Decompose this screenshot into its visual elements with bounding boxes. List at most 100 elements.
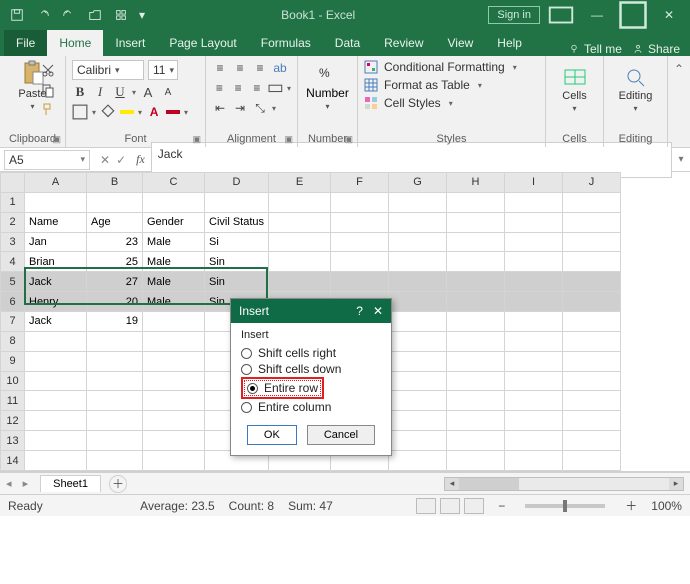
scrollbar-thumb[interactable]: [459, 478, 519, 490]
row-header[interactable]: 1: [1, 192, 25, 212]
tab-formulas[interactable]: Formulas: [249, 30, 323, 56]
italic-button[interactable]: I: [92, 84, 108, 100]
cell[interactable]: Civil Status: [205, 212, 269, 232]
font-name-combo[interactable]: Calibri▾: [72, 60, 144, 80]
save-icon[interactable]: [6, 4, 28, 26]
shrink-font-button[interactable]: A: [160, 84, 176, 100]
grow-font-button[interactable]: A: [140, 84, 156, 100]
redo-icon[interactable]: [58, 4, 80, 26]
row-header[interactable]: 12: [1, 411, 25, 431]
row-header[interactable]: 13: [1, 431, 25, 451]
ribbon-options-icon[interactable]: [546, 3, 576, 27]
row-header[interactable]: 5: [1, 272, 25, 292]
dialog-close-icon[interactable]: ✕: [373, 304, 383, 318]
row-header[interactable]: 8: [1, 331, 25, 351]
zoom-slider[interactable]: [525, 504, 605, 508]
clipboard-launcher-icon[interactable]: ▣: [52, 134, 61, 145]
sheet-tab[interactable]: Sheet1: [40, 475, 101, 492]
cell[interactable]: Si: [205, 232, 269, 252]
tab-insert[interactable]: Insert: [103, 30, 157, 56]
open-icon[interactable]: [84, 4, 106, 26]
view-normal-icon[interactable]: [416, 498, 436, 514]
align-top-icon[interactable]: ≡: [212, 60, 228, 76]
copy-icon[interactable]: [40, 82, 56, 98]
font-launcher-icon[interactable]: ▣: [192, 134, 201, 145]
cell[interactable]: Brian: [25, 252, 87, 272]
cell[interactable]: Jack: [25, 272, 87, 292]
font-color-button[interactable]: A: [146, 104, 162, 120]
tell-me-button[interactable]: Tell me: [568, 42, 622, 56]
cell-styles-button[interactable]: Cell Styles▾: [364, 96, 539, 110]
cell[interactable]: Male: [143, 232, 205, 252]
cell[interactable]: Age: [87, 212, 143, 232]
wrap-text-icon[interactable]: ab: [272, 60, 288, 76]
increase-indent-icon[interactable]: ⇥: [232, 100, 248, 116]
cell[interactable]: Henry: [25, 292, 87, 312]
col-header[interactable]: C: [143, 173, 205, 193]
cell[interactable]: 23: [87, 232, 143, 252]
col-header[interactable]: A: [25, 173, 87, 193]
cut-icon[interactable]: [40, 62, 56, 78]
align-middle-icon[interactable]: ≡: [232, 60, 248, 76]
ok-button[interactable]: OK: [247, 425, 297, 445]
expand-formula-icon[interactable]: ▾: [672, 154, 690, 165]
merge-icon[interactable]: [268, 80, 283, 96]
zoom-out-icon[interactable]: −: [498, 499, 505, 513]
cancel-formula-icon[interactable]: ✕: [100, 153, 110, 167]
collapse-ribbon-icon[interactable]: ⌃: [668, 56, 690, 147]
col-header[interactable]: G: [389, 173, 447, 193]
accept-formula-icon[interactable]: ✓: [116, 153, 126, 167]
font-size-combo[interactable]: 11▾: [148, 60, 178, 80]
col-header[interactable]: D: [205, 173, 269, 193]
col-header[interactable]: J: [563, 173, 621, 193]
close-icon[interactable]: ✕: [654, 3, 684, 27]
tab-help[interactable]: Help: [485, 30, 534, 56]
option-shift-down[interactable]: Shift cells down: [241, 361, 381, 377]
cell[interactable]: Gender: [143, 212, 205, 232]
undo-icon[interactable]: [32, 4, 54, 26]
cell[interactable]: Sin: [205, 272, 269, 292]
row-header[interactable]: 7: [1, 312, 25, 332]
touch-mode-icon[interactable]: [110, 4, 132, 26]
fx-icon[interactable]: fx: [136, 152, 145, 167]
scroll-left-icon[interactable]: ◂: [445, 478, 459, 490]
align-center-icon[interactable]: ≡: [231, 80, 246, 96]
row-header[interactable]: 11: [1, 391, 25, 411]
cell[interactable]: 19: [87, 312, 143, 332]
cell[interactable]: 20: [87, 292, 143, 312]
col-header[interactable]: F: [331, 173, 389, 193]
row-header[interactable]: 10: [1, 371, 25, 391]
alignment-launcher-icon[interactable]: ▣: [284, 134, 293, 145]
col-header[interactable]: E: [269, 173, 331, 193]
cell[interactable]: 25: [87, 252, 143, 272]
tab-home[interactable]: Home: [47, 30, 103, 56]
tab-data[interactable]: Data: [323, 30, 372, 56]
cell[interactable]: Male: [143, 252, 205, 272]
row-header[interactable]: 6: [1, 292, 25, 312]
view-page-break-icon[interactable]: [464, 498, 484, 514]
new-sheet-button[interactable]: ＋: [109, 475, 127, 493]
format-painter-icon[interactable]: [40, 102, 56, 118]
align-bottom-icon[interactable]: ≡: [252, 60, 268, 76]
option-entire-column[interactable]: Entire column: [241, 399, 381, 415]
select-all-corner[interactable]: [1, 173, 25, 193]
row-header[interactable]: 4: [1, 252, 25, 272]
conditional-formatting-button[interactable]: Conditional Formatting▾: [364, 60, 539, 74]
option-shift-right[interactable]: Shift cells right: [241, 345, 381, 361]
cell[interactable]: Male: [143, 292, 205, 312]
cancel-button[interactable]: Cancel: [307, 425, 375, 445]
tab-review[interactable]: Review: [372, 30, 435, 56]
row-header[interactable]: 3: [1, 232, 25, 252]
fill-color-button[interactable]: [100, 104, 116, 120]
cell[interactable]: Sin: [205, 252, 269, 272]
cell[interactable]: 27: [87, 272, 143, 292]
col-header[interactable]: I: [505, 173, 563, 193]
signin-button[interactable]: Sign in: [488, 6, 540, 24]
row-header[interactable]: 14: [1, 451, 25, 471]
zoom-level[interactable]: 100%: [651, 499, 682, 513]
col-header[interactable]: B: [87, 173, 143, 193]
underline-button[interactable]: U: [112, 84, 128, 100]
row-header[interactable]: 9: [1, 351, 25, 371]
number-launcher-icon[interactable]: ▣: [344, 134, 353, 145]
qat-customize-icon[interactable]: ▾: [136, 4, 148, 26]
